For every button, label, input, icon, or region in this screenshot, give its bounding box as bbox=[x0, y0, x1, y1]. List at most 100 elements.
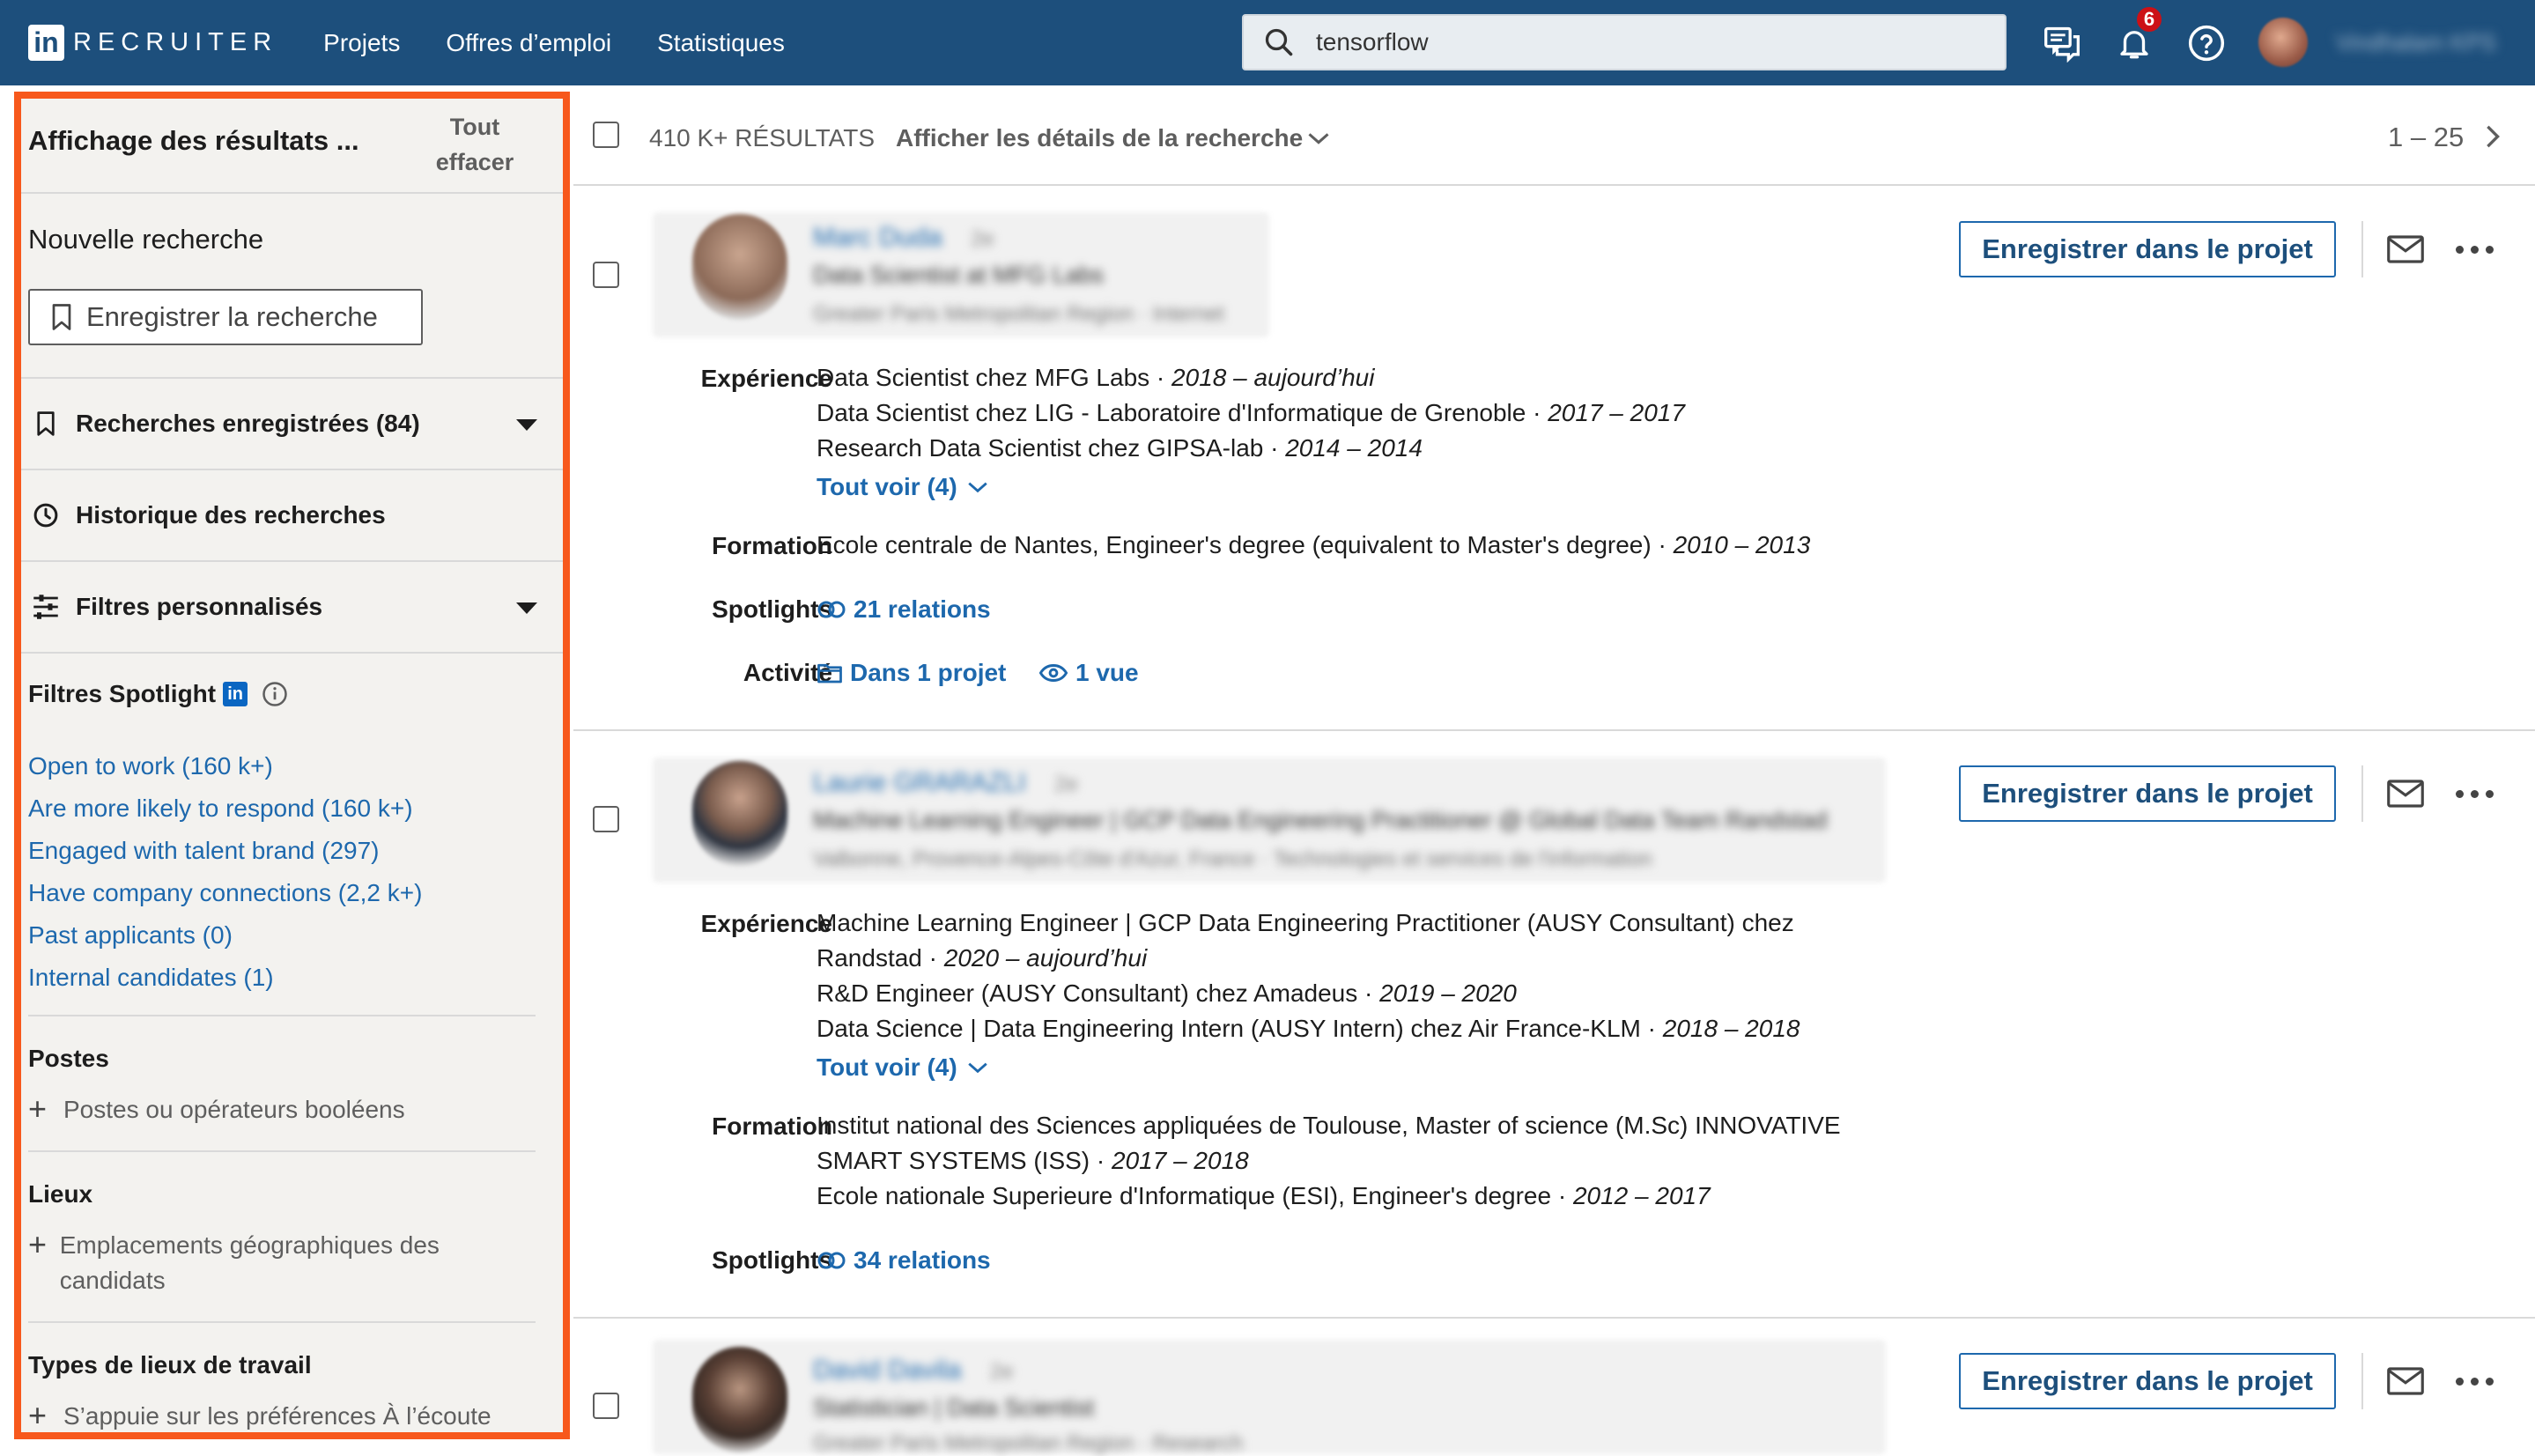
plus-icon: + bbox=[28, 1090, 48, 1127]
message-envelope-icon[interactable] bbox=[2384, 772, 2427, 815]
results-header: 410 K+ RÉSULTATS Afficher les détails de… bbox=[573, 88, 2535, 186]
save-search-label: Enregistrer la recherche bbox=[86, 301, 378, 332]
search-details-toggle[interactable]: Afficher les détails de la recherche bbox=[896, 124, 1331, 152]
candidate-card: Laurie GRARAZLI 2e Machine Learning Engi… bbox=[573, 731, 2535, 1319]
save-search-button[interactable]: Enregistrer la recherche bbox=[28, 289, 423, 345]
more-options-icon[interactable] bbox=[2450, 228, 2499, 270]
save-to-project-button[interactable]: Enregistrer dans le projet bbox=[1959, 765, 2336, 822]
candidate-card: Marc Duda 2e Data Scientist at MFG Labs … bbox=[573, 186, 2535, 731]
results-count: 410 K+ RÉSULTATS bbox=[649, 124, 875, 152]
views-link[interactable]: 1 vue bbox=[1038, 659, 1139, 687]
see-all-experience-link[interactable]: Tout voir (4) bbox=[817, 1053, 996, 1082]
education-entry: Institut national des Sciences appliquée… bbox=[817, 1112, 1841, 1139]
saved-searches-label: Recherches enregistrées (84) bbox=[76, 410, 420, 437]
info-icon[interactable] bbox=[262, 681, 288, 707]
see-all-experience-link[interactable]: Tout voir (4) bbox=[817, 473, 996, 501]
candidate-name[interactable]: Laurie GRARAZLI 2e bbox=[813, 768, 1078, 798]
candidate-name[interactable]: David Davila 2e bbox=[813, 1356, 1013, 1386]
see-all-label: Tout voir (4) bbox=[817, 473, 957, 500]
add-lieux-label: Emplacements géographiques des candidats bbox=[59, 1231, 440, 1294]
spotlight-filters-label: Filtres Spotlight bbox=[28, 680, 217, 707]
linkedin-icon: in bbox=[223, 682, 248, 706]
views-label: 1 vue bbox=[1075, 659, 1139, 686]
spotlights-label: Spotlights bbox=[712, 595, 832, 623]
search-icon bbox=[1265, 28, 1293, 56]
search-history-row[interactable]: Historique des recherches bbox=[21, 469, 563, 560]
spotlight-engaged-talent-brand[interactable]: Engaged with talent brand (297) bbox=[28, 830, 422, 872]
education-entry: Ecole nationale Superieure d'Informatiqu… bbox=[817, 1182, 1711, 1209]
caret-down-icon[interactable] bbox=[516, 602, 537, 615]
see-all-label: Tout voir (4) bbox=[817, 1053, 957, 1081]
experience-entry: Data Scientist chez MFG Labs · 2018 – au… bbox=[817, 364, 1375, 391]
divider bbox=[28, 1321, 536, 1323]
spotlight-internal-candidates[interactable]: Internal candidates (1) bbox=[28, 957, 422, 999]
clear-all-button[interactable]: Tout effacer bbox=[422, 109, 528, 180]
spotlight-filters-title: Filtres Spotlight in bbox=[28, 680, 288, 708]
custom-filters-label: Filtres personnalisés bbox=[76, 593, 323, 620]
save-to-project-button[interactable]: Enregistrer dans le projet bbox=[1959, 1353, 2336, 1409]
chevron-down-icon bbox=[968, 482, 987, 493]
candidate-checkbox[interactable] bbox=[593, 806, 619, 832]
spotlight-company-connections[interactable]: Have company connections (2,2 k+) bbox=[28, 872, 422, 914]
recruiter-logo[interactable]: in RECRUITER bbox=[28, 25, 277, 61]
candidate-checkbox[interactable] bbox=[593, 262, 619, 288]
spotlight-past-applicants[interactable]: Past applicants (0) bbox=[28, 914, 422, 957]
education-entry: Ecole centrale de Nantes, Engineer's deg… bbox=[817, 531, 1811, 558]
relations-icon bbox=[817, 601, 846, 618]
new-search-link[interactable]: Nouvelle recherche bbox=[28, 224, 263, 255]
filters-sidebar: Affichage des résultats ... Tout effacer… bbox=[14, 92, 570, 1439]
add-postes-filter[interactable]: + Postes ou opérateurs booléens bbox=[28, 1092, 405, 1127]
add-worktype-label: S’appuie sur les préférences À l’écoute bbox=[63, 1402, 491, 1430]
activity-label: Activité bbox=[743, 659, 832, 686]
more-options-icon[interactable] bbox=[2450, 1360, 2499, 1402]
pagination-label: 1 – 25 bbox=[2388, 122, 2465, 152]
message-envelope-icon[interactable] bbox=[2384, 1360, 2427, 1402]
search-input[interactable] bbox=[1314, 27, 1984, 57]
message-envelope-icon[interactable] bbox=[2384, 228, 2427, 270]
candidate-photo[interactable] bbox=[692, 761, 787, 867]
candidate-photo[interactable] bbox=[692, 1347, 787, 1452]
lieux-section-title: Lieux bbox=[28, 1180, 93, 1208]
user-avatar[interactable] bbox=[2258, 18, 2308, 67]
in-project-link[interactable]: Dans 1 projet bbox=[817, 659, 1006, 687]
saved-searches-row[interactable]: Recherches enregistrées (84) bbox=[21, 377, 563, 469]
education-label: Formation bbox=[712, 532, 832, 559]
relations-icon bbox=[817, 1252, 846, 1269]
nav-projects[interactable]: Projets bbox=[323, 29, 400, 57]
sidebar-header: Affichage des résultats ... Tout effacer bbox=[21, 99, 563, 194]
candidate-location: Valbonne, Provence-Alpes-Côte d'Azur, Fr… bbox=[813, 847, 1652, 871]
plus-icon: + bbox=[28, 1226, 48, 1262]
custom-filters-row[interactable]: Filtres personnalisés bbox=[21, 560, 563, 652]
sliders-icon bbox=[28, 595, 63, 619]
add-worktype-filter[interactable]: + S’appuie sur les préférences À l’écout… bbox=[28, 1397, 491, 1433]
select-all-checkbox[interactable] bbox=[593, 122, 619, 148]
experience-entry: Data Scientist chez LIG - Laboratoire d'… bbox=[817, 399, 1685, 426]
experience-label: Expérience bbox=[700, 910, 832, 937]
help-icon[interactable] bbox=[2184, 21, 2228, 65]
chevron-right-icon[interactable] bbox=[2484, 124, 2502, 149]
chevron-down-icon bbox=[968, 1062, 987, 1074]
caret-down-icon[interactable] bbox=[516, 419, 537, 432]
candidate-checkbox[interactable] bbox=[593, 1393, 619, 1419]
nav-statistics[interactable]: Statistiques bbox=[657, 29, 785, 57]
plus-icon: + bbox=[28, 1397, 48, 1433]
spotlight-likely-to-respond[interactable]: Are more likely to respond (160 k+) bbox=[28, 787, 422, 830]
add-postes-label: Postes ou opérateurs booléens bbox=[63, 1096, 405, 1123]
user-name[interactable]: Vindhalam KPS bbox=[2336, 29, 2496, 56]
messages-icon[interactable] bbox=[2040, 21, 2084, 65]
add-lieux-filter[interactable]: + Emplacements géographiques des candida… bbox=[28, 1228, 486, 1298]
save-to-project-button[interactable]: Enregistrer dans le projet bbox=[1959, 221, 2336, 277]
divider bbox=[28, 1150, 536, 1152]
spotlight-open-to-work[interactable]: Open to work (160 k+) bbox=[28, 745, 422, 787]
candidate-headline: Data Scientist at MFG Labs bbox=[813, 262, 1105, 288]
candidate-name[interactable]: Marc Duda 2e bbox=[813, 223, 994, 253]
relations-link[interactable]: 34 relations bbox=[817, 1246, 991, 1275]
more-options-icon[interactable] bbox=[2450, 772, 2499, 815]
experience-entry: Data Science | Data Engineering Intern (… bbox=[817, 1015, 1800, 1042]
search-box[interactable] bbox=[1242, 14, 2007, 70]
divider bbox=[2361, 1353, 2363, 1409]
candidate-photo[interactable] bbox=[692, 214, 787, 320]
relations-link[interactable]: 21 relations bbox=[817, 595, 991, 624]
nav-job-offers[interactable]: Offres d’emploi bbox=[446, 29, 611, 57]
bookmark-icon bbox=[52, 304, 71, 330]
